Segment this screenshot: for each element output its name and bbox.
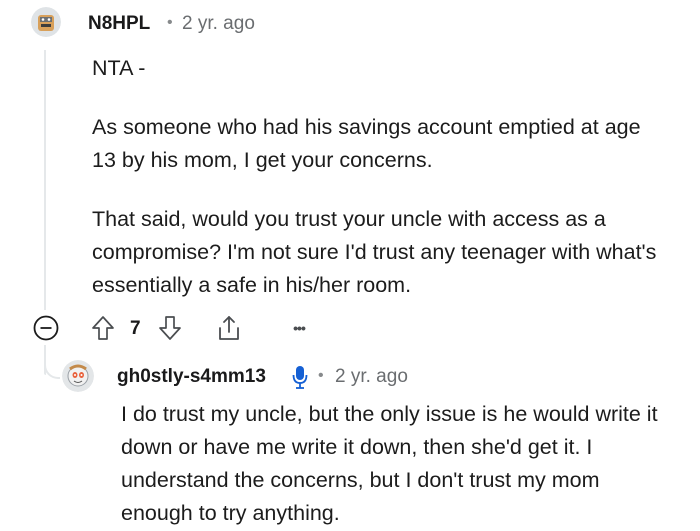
collapse-icon	[33, 315, 59, 341]
avatar[interactable]	[31, 7, 61, 37]
share-icon	[219, 316, 239, 340]
microphone-icon	[290, 364, 310, 390]
more-options-button[interactable]: •••	[286, 318, 312, 338]
upvote-icon	[92, 316, 114, 340]
collapse-button[interactable]	[33, 315, 59, 341]
vote-score: 7	[130, 318, 141, 339]
reply-body: I do trust my uncle, but the only issue …	[121, 398, 661, 530]
separator-dot: •	[167, 14, 173, 31]
thread-connector	[44, 347, 60, 379]
reply-timestamp: 2 yr. ago	[335, 366, 408, 387]
reply-avatar[interactable]	[62, 360, 94, 392]
more-icon: •••	[293, 320, 306, 336]
comment-paragraph: As someone who had his savings account e…	[92, 115, 641, 172]
downvote-button[interactable]	[157, 314, 183, 342]
share-button[interactable]	[214, 313, 244, 343]
comment-paragraph: NTA -	[92, 56, 146, 80]
comment-paragraph: That said, would you trust your uncle wi…	[92, 207, 657, 297]
thread-line	[44, 50, 46, 310]
comment-timestamp: 2 yr. ago	[182, 13, 255, 34]
upvote-button[interactable]	[90, 314, 116, 342]
comment-author[interactable]: N8HPL	[88, 13, 150, 35]
reply-paragraph: I do trust my uncle, but the only issue …	[121, 402, 658, 525]
downvote-icon	[159, 316, 181, 340]
comment-body: NTA - As someone who had his savings acc…	[92, 52, 667, 302]
separator-dot: •	[318, 367, 324, 384]
reply-author[interactable]: gh0stly-s4mm13	[117, 366, 266, 388]
